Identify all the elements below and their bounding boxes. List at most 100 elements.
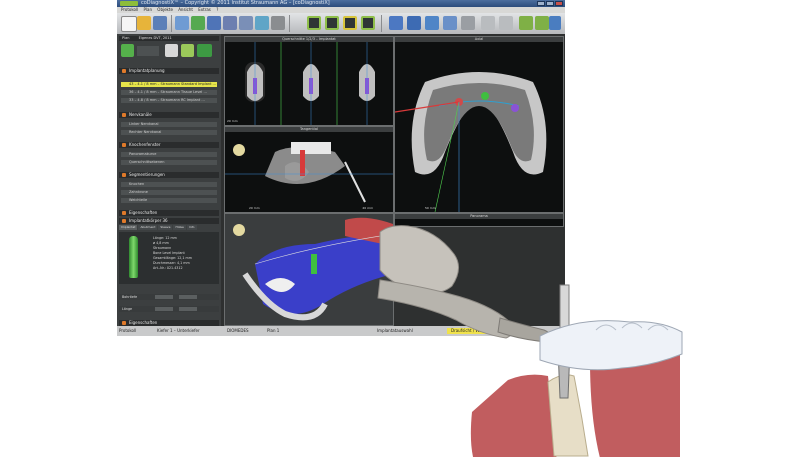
3d-model-image xyxy=(233,217,393,321)
depth-field[interactable] xyxy=(179,295,197,299)
segment-row[interactable]: Zahnkrone xyxy=(121,190,217,195)
crown-outlines xyxy=(595,322,669,331)
plan-options[interactable] xyxy=(137,46,159,56)
depth-label: Bohrtiefe xyxy=(122,295,138,299)
properties-header[interactable]: Eigenschaften xyxy=(119,210,219,216)
home-icon[interactable] xyxy=(549,16,561,30)
status-item: Plan 1 xyxy=(267,328,280,333)
scale-label: 20 mm xyxy=(362,206,373,210)
cross-section-image xyxy=(245,42,375,125)
depth-field[interactable] xyxy=(155,295,173,299)
axial-image xyxy=(395,72,547,212)
window-row[interactable]: Querschnittsebenen xyxy=(121,160,217,165)
codiagnostix-window: coDiagnostiX™ – Copyright © 2011 Institu… xyxy=(117,0,565,336)
toolbar-separator xyxy=(381,15,382,32)
implant-row[interactable]: 43 – 4.1 / 8 mm – Straumann Standard Imp… xyxy=(121,82,217,87)
section-knochenfenster[interactable]: Knochenfenster xyxy=(119,142,219,148)
left-panel: Plan Eigenes DVT, 2011 Implantatplanung … xyxy=(117,34,221,326)
implant-tool-icon[interactable] xyxy=(165,44,178,57)
close-button[interactable] xyxy=(555,1,563,6)
implant-info: Länge: 12 mm ø 4,8 mm Straumann Bone Lev… xyxy=(153,236,192,271)
gum-tissue-right xyxy=(590,345,680,457)
forward-icon[interactable] xyxy=(519,16,533,30)
print-icon[interactable] xyxy=(271,16,285,30)
screenshot-icon[interactable] xyxy=(239,16,253,30)
status-item: DIOMEDES xyxy=(227,328,249,333)
ruler-icon[interactable] xyxy=(223,16,237,30)
drill-stop xyxy=(556,338,572,348)
maximize-button[interactable] xyxy=(546,1,554,6)
status-center: Implantatauswahl xyxy=(377,328,413,333)
segment-row[interactable]: Knochen xyxy=(121,182,217,187)
main-toolbar xyxy=(117,13,565,34)
back-icon[interactable] xyxy=(535,16,549,30)
cross-section-viewport[interactable]: Querschnitte 1/2/3 – Implantat 20 mm xyxy=(224,36,394,126)
check-icon[interactable] xyxy=(181,44,194,57)
depth-row: Bohrtiefe xyxy=(119,294,219,300)
length-row: Länge xyxy=(119,306,219,312)
tangential-image xyxy=(225,142,393,203)
arrow-icon[interactable] xyxy=(343,16,357,30)
tools-icon[interactable] xyxy=(197,44,212,57)
import-icon[interactable] xyxy=(255,16,269,30)
zoom-icon[interactable] xyxy=(461,16,475,30)
implant-3d-icon xyxy=(129,236,138,278)
save-icon[interactable] xyxy=(153,16,167,30)
tab-info[interactable]: Info xyxy=(186,225,197,230)
tab-abutment[interactable]: Abutment xyxy=(138,225,158,230)
length-field[interactable] xyxy=(155,307,173,311)
undo-icon[interactable] xyxy=(481,16,495,30)
views-icon[interactable] xyxy=(325,16,339,30)
nerve-icon[interactable] xyxy=(361,16,375,30)
section-segmentierungen[interactable]: Segmentierungen xyxy=(119,172,219,178)
implant-row[interactable]: 36 – 4.1 / 8 mm – Straumann Tissue Level… xyxy=(121,90,217,95)
pan-icon[interactable] xyxy=(443,16,457,30)
tangential-viewport[interactable]: Tangential 20 mm 20 mm xyxy=(224,126,394,213)
new-icon[interactable] xyxy=(121,16,137,32)
group-icon[interactable] xyxy=(407,16,421,30)
drill-bit xyxy=(557,347,571,399)
open-icon[interactable] xyxy=(137,16,151,30)
sleeve-icon[interactable] xyxy=(207,16,221,30)
align-icon[interactable] xyxy=(389,16,403,30)
implant-preview: Länge: 12 mm ø 4,8 mm Straumann Bone Lev… xyxy=(119,232,219,284)
implant-icon[interactable] xyxy=(191,16,205,30)
status-mode: Draufsicht / Wählen xyxy=(447,328,495,334)
implant-body-header[interactable]: Implantatkörper 36 xyxy=(119,218,219,224)
tab-sleeve[interactable]: Sleeve xyxy=(158,225,173,230)
status-item: Kiefer 1 – Unterkiefer xyxy=(157,328,200,333)
axial-viewport[interactable]: Axial 50 mm xyxy=(394,36,564,213)
section-implantatplanung[interactable]: Implantatplanung xyxy=(119,68,219,74)
status-item: Protokoll xyxy=(119,328,137,333)
redo-icon[interactable] xyxy=(499,16,513,30)
toolbar-separator xyxy=(171,15,172,32)
plan-name: Eigenes DVT, 2011 xyxy=(138,36,172,40)
title-bar: coDiagnostiX™ – Copyright © 2011 Institu… xyxy=(117,0,565,7)
minimize-button[interactable] xyxy=(537,1,545,6)
implant-row[interactable]: 33 – 4.8 / 8 mm – Straumann RC Implant … xyxy=(121,98,217,103)
panorama-viewport[interactable]: Panorama xyxy=(394,213,564,227)
3d-viewport[interactable] xyxy=(224,213,394,326)
bone-cross-section xyxy=(547,374,589,457)
status-bar: Protokoll Kiefer 1 – Unterkiefer DIOMEDE… xyxy=(117,326,565,336)
app-logo-icon xyxy=(120,1,138,6)
tab-huelse[interactable]: Hülse xyxy=(173,225,186,230)
rotate-icon[interactable] xyxy=(425,16,439,30)
segment-icon[interactable] xyxy=(175,16,189,30)
gum-tissue xyxy=(470,374,557,457)
length-label: Länge xyxy=(122,307,133,311)
scale-label: 50 mm xyxy=(425,206,436,210)
add-plan-icon[interactable] xyxy=(121,44,134,57)
nerve-row[interactable]: Linker Nervkanal xyxy=(121,122,217,127)
implant-info-line: Art.-Nr.: 021.4312 xyxy=(153,266,183,270)
scale-label: 20 mm xyxy=(249,206,260,210)
section-nervkanaele[interactable]: Nervkanäle xyxy=(119,112,219,118)
tab-implantat[interactable]: Implantat xyxy=(119,225,138,230)
plan-header: Plan Eigenes DVT, 2011 xyxy=(119,36,219,41)
nerve-row[interactable]: Rechter Nervkanal xyxy=(121,130,217,135)
length-field[interactable] xyxy=(179,307,197,311)
window-title: coDiagnostiX™ – Copyright © 2011 Institu… xyxy=(141,0,330,6)
window-row[interactable]: Panoramakurve xyxy=(121,152,217,157)
layout-icon[interactable] xyxy=(307,16,321,30)
segment-row[interactable]: Weichteile xyxy=(121,198,217,203)
